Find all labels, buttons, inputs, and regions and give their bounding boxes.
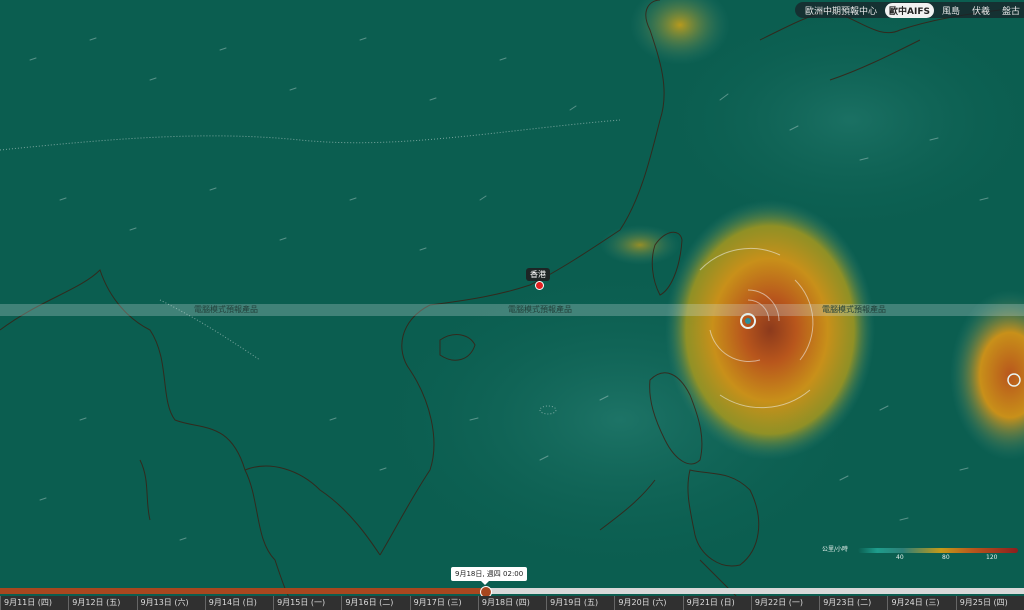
overlay-label: 電腦模式預報產品 <box>194 305 258 314</box>
day-label[interactable]: 9月18日 (四) <box>477 596 546 610</box>
legend-tick: 120 <box>986 554 998 561</box>
model-tab-bar: 歐洲中期預報中心 歐中AIFS 風島 伏羲 盤古 <box>794 2 1024 18</box>
legend-tick: 40 <box>896 554 904 561</box>
typhoon-main <box>665 200 875 460</box>
wind-speed-legend: 公里/小時 40 80 120 <box>822 546 1018 566</box>
city-label[interactable]: 香港 <box>526 268 550 281</box>
overlay-label: 電腦模式預報產品 <box>822 305 886 314</box>
tab-pangu[interactable]: 盤古 <box>998 3 1024 18</box>
tab-fengniao[interactable]: 風島 <box>938 3 964 18</box>
day-label[interactable]: 9月20日 (六) <box>614 596 682 610</box>
tab-ecmwf[interactable]: 歐洲中期預報中心 <box>801 3 881 18</box>
day-label[interactable]: 9月13日 (六) <box>136 596 205 610</box>
timeline: 9月11日 (四) 9月12日 (五) 9月13日 (六) 9月14日 (日) … <box>0 584 1024 610</box>
day-label[interactable]: 9月12日 (五) <box>68 596 136 610</box>
day-label[interactable]: 9月17日 (三) <box>409 596 478 610</box>
day-label[interactable]: 9月24日 (三) <box>887 596 955 610</box>
timeline-track[interactable] <box>0 588 1024 594</box>
legend-tick: 80 <box>942 554 950 561</box>
day-label[interactable]: 9月19日 (五) <box>546 596 614 610</box>
day-label[interactable]: 9月15日 (一) <box>273 596 341 610</box>
day-label[interactable]: 9月14日 (日) <box>204 596 273 610</box>
legend-unit: 公里/小時 <box>822 546 849 553</box>
overlay-band: 電腦模式預報產品 電腦模式預報產品 電腦模式預報產品 <box>0 304 1024 316</box>
current-time-tooltip: 9月18日, 週四 02:00 <box>451 567 528 585</box>
tab-fuxi[interactable]: 伏羲 <box>968 3 994 18</box>
timeline-progress <box>0 588 486 594</box>
day-label[interactable]: 9月16日 (二) <box>341 596 409 610</box>
day-list: 9月11日 (四) 9月12日 (五) 9月13日 (六) 9月14日 (日) … <box>0 596 1024 610</box>
overlay-label: 電腦模式預報產品 <box>508 305 572 314</box>
day-label[interactable]: 9月11日 (四) <box>0 596 68 610</box>
legend-color-bar <box>858 548 1018 553</box>
day-label[interactable]: 9月21日 (日) <box>682 596 751 610</box>
tab-ecmwf-aifs[interactable]: 歐中AIFS <box>885 2 934 18</box>
day-label[interactable]: 9月22日 (一) <box>750 596 819 610</box>
city-marker-icon[interactable] <box>535 281 544 290</box>
day-label[interactable]: 9月23日 (二) <box>819 596 887 610</box>
day-label[interactable]: 9月25日 (四) <box>955 596 1024 610</box>
